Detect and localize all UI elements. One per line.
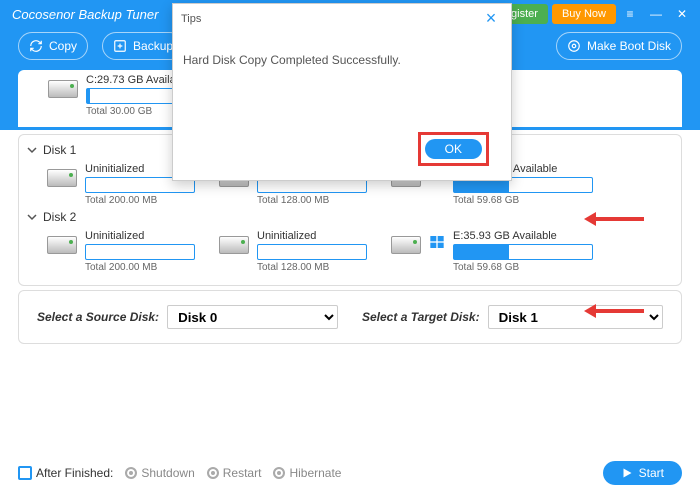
close-icon[interactable]: × [479, 8, 503, 29]
partition-total: Total 128.00 MB [257, 195, 367, 206]
menu-icon[interactable]: ≡ [618, 2, 642, 26]
boot-label: Make Boot Disk [587, 39, 671, 53]
hdd-icon [47, 169, 77, 187]
make-boot-disk-button[interactable]: Make Boot Disk [556, 32, 682, 60]
copy-label: Copy [49, 39, 77, 53]
start-button[interactable]: Start [603, 461, 682, 485]
play-icon [621, 467, 633, 479]
radio-restart[interactable]: Restart [207, 466, 262, 480]
target-label: Select a Target Disk: [362, 310, 480, 324]
backup-label: Backup [133, 39, 173, 53]
refresh-icon [29, 39, 43, 53]
plus-square-icon [113, 39, 127, 53]
after-finished-checkbox[interactable] [18, 466, 32, 480]
windows-icon [429, 234, 445, 250]
hdd-icon [391, 236, 421, 254]
chevron-down-icon [27, 212, 37, 222]
buy-now-button[interactable]: Buy Now [552, 4, 616, 24]
partition-label: Uninitialized [257, 230, 367, 242]
partition-total: Total 200.00 MB [85, 195, 195, 206]
annotation-arrow [584, 212, 644, 226]
hdd-icon [47, 236, 77, 254]
usage-bar [257, 244, 367, 260]
partition-total: Total 128.00 MB [257, 262, 367, 273]
chevron-down-icon [27, 145, 37, 155]
hdd-icon [219, 236, 249, 254]
copy-button[interactable]: Copy [18, 32, 88, 60]
radio-shutdown[interactable]: Shutdown [125, 466, 194, 480]
disc-icon [567, 39, 581, 53]
ok-button[interactable]: OK [425, 139, 482, 159]
disk-selectors: Select a Source Disk: Disk 0 Select a Ta… [18, 290, 682, 344]
usage-bar [453, 244, 593, 260]
source-disk-select[interactable]: Disk 0 [167, 305, 338, 329]
ok-highlight: OK [418, 132, 489, 166]
app-title: Cocosenor Backup Tuner [12, 7, 158, 22]
partition-block[interactable]: E:35.93 GB Available Total 59.68 GB [391, 230, 593, 273]
dialog-title: Tips [181, 13, 201, 25]
usage-bar [85, 244, 195, 260]
disk-header[interactable]: Disk 2 [25, 206, 675, 230]
minimize-icon[interactable]: — [644, 2, 668, 26]
source-label: Select a Source Disk: [37, 310, 159, 324]
annotation-arrow [584, 304, 644, 318]
partition-label: E:35.93 GB Available [453, 230, 593, 242]
partition-label: Uninitialized [85, 230, 195, 242]
partition-total: Total 59.68 GB [453, 262, 593, 273]
close-window-icon[interactable]: ✕ [670, 2, 694, 26]
partition-total: Total 200.00 MB [85, 262, 195, 273]
hdd-icon [48, 80, 78, 98]
partition-total: Total 59.68 GB [453, 195, 593, 206]
dialog-message: Hard Disk Copy Completed Successfully. [173, 33, 511, 67]
partition-block[interactable]: Uninitialized Total 128.00 MB [219, 230, 367, 273]
partition-block[interactable]: Uninitialized Total 200.00 MB [47, 230, 195, 273]
tips-dialog: Tips × Hard Disk Copy Completed Successf… [172, 3, 512, 181]
after-finished-label: After Finished: [36, 466, 113, 480]
radio-hibernate[interactable]: Hibernate [273, 466, 341, 480]
